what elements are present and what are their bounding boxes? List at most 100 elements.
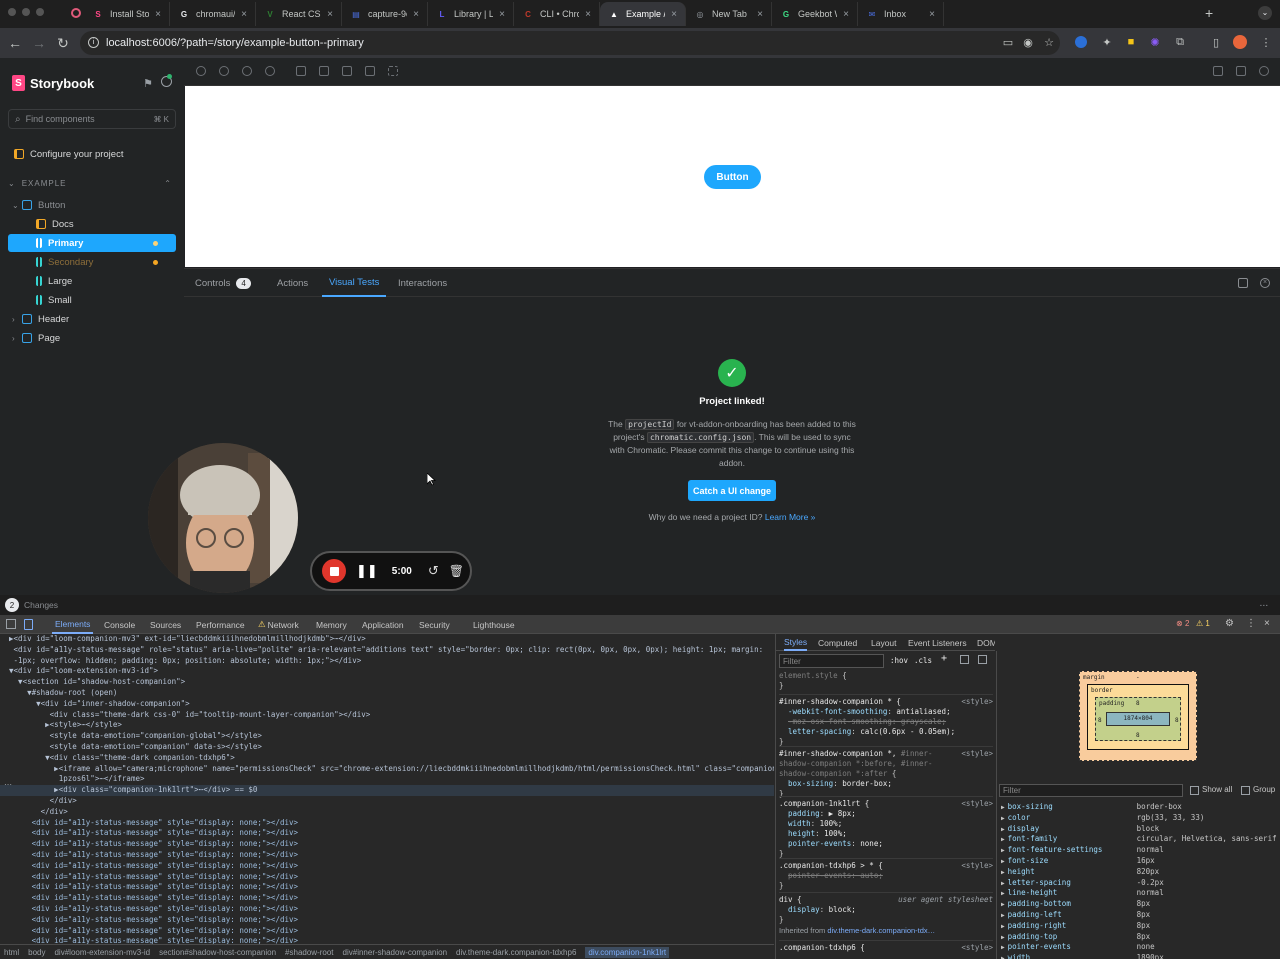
rule-inner-shadow[interactable]: #inner-shadow-companion * {<style> -webk… <box>779 694 993 747</box>
sidebar-item-docs[interactable]: Docs <box>8 215 176 233</box>
outline-icon[interactable] <box>388 66 398 76</box>
dom-node-line[interactable]: <div id="a11y-status-message" style="dis… <box>0 828 774 839</box>
styles-tab-layout[interactable]: Layout <box>871 634 897 651</box>
breadcrumb-item[interactable]: div.theme-dark.companion-tdxhp6 <box>456 948 576 957</box>
cls-toggle[interactable]: .cls <box>914 656 932 666</box>
search-input[interactable]: ⌕ Find components ⌘ K <box>8 109 176 129</box>
computed-property[interactable]: ▶ box-sizing border-box <box>1001 802 1182 811</box>
expand-icon[interactable]: ▶ <box>1001 890 1005 897</box>
device-toolbar-icon[interactable] <box>24 619 33 630</box>
styles-tab-styles[interactable]: Styles <box>784 634 808 651</box>
dom-node-line[interactable]: <div id="a11y-status-message" style="dis… <box>0 893 774 904</box>
breadcrumb-item[interactable]: div#inner-shadow-companion <box>343 948 448 957</box>
expand-icon[interactable]: ▶ <box>1001 858 1005 865</box>
box-model-padding[interactable]: padding 8 8 8 8 1874×804 <box>1095 697 1181 741</box>
expand-icon[interactable]: ▶ <box>1001 923 1005 930</box>
camera-icon[interactable]: ▭ <box>1000 34 1016 50</box>
devtools-tab-application[interactable]: Application <box>362 615 404 634</box>
open-new-tab-icon[interactable] <box>1236 66 1246 76</box>
menu-icon[interactable]: ⋮ <box>1258 34 1274 50</box>
browser-tab[interactable]: G Geekbot Wo × <box>772 2 858 26</box>
computed-property[interactable]: ▶ width 1890px <box>1001 953 1164 959</box>
tab-visual-tests[interactable]: Visual Tests <box>322 269 387 297</box>
dom-node-line[interactable]: ▶<div id="loom-companion-mv3" ext-id="li… <box>0 634 774 645</box>
forward-icon[interactable]: → <box>27 35 51 51</box>
breadcrumb-item[interactable]: body <box>28 948 45 957</box>
dom-node-line[interactable]: <div id="a11y-status-message" style="dis… <box>0 926 774 937</box>
devtools-tab-console[interactable]: Console <box>104 615 135 634</box>
computed-sidebar-icon[interactable] <box>978 655 987 664</box>
devtools-settings-icon[interactable]: ⚙ <box>1225 618 1234 629</box>
group-checkbox[interactable] <box>1241 786 1250 795</box>
browser-tab[interactable]: ▲ Example / B × <box>600 2 686 26</box>
computed-property[interactable]: ▶ height 820px <box>1001 867 1159 876</box>
computed-filter-input[interactable]: Filter <box>999 784 1183 797</box>
window-control-icon[interactable] <box>8 8 16 16</box>
styles-tab-dom-breakpoints[interactable]: DOM Breakpoints <box>977 634 995 651</box>
collapse-icon[interactable]: ⌃ <box>164 179 172 188</box>
tab-search-icon[interactable]: ⌄ <box>1258 6 1272 20</box>
dom-node-line[interactable]: </div> <box>0 807 774 818</box>
profile-avatar[interactable] <box>1233 35 1247 49</box>
elements-tree[interactable]: ▶<div id="loom-companion-mv3" ext-id="li… <box>0 634 774 948</box>
sidebar-item-large[interactable]: Large <box>8 272 176 290</box>
dom-node-line[interactable]: <style data-emotion="companion-global"><… <box>0 731 774 742</box>
dom-node-line[interactable]: ▶<iframe allow="camera;microphone" name=… <box>0 764 774 775</box>
expand-icon[interactable]: ▶ <box>1001 804 1005 811</box>
expand-icon[interactable]: ▶ <box>1001 826 1005 833</box>
dom-node-line[interactable]: ▼<div id="loom-extension-mv3-id"> <box>0 666 774 677</box>
devtools-tab-performance[interactable]: Performance <box>196 615 245 634</box>
reload-icon[interactable]: ↻ <box>51 35 75 52</box>
breadcrumb-item[interactable]: section#shadow-host-companion <box>159 948 276 957</box>
extension-icon[interactable]: ✦ <box>1099 34 1115 50</box>
add-rule-icon[interactable]: + <box>941 654 947 664</box>
dom-node-line[interactable]: <div id="a11y-status-message" style="dis… <box>0 882 774 893</box>
window-control-icon[interactable] <box>22 8 30 16</box>
close-tab-icon[interactable]: × <box>585 9 591 20</box>
extension-icon[interactable]: ✺ <box>1147 34 1163 50</box>
dom-node-line[interactable]: <div id="a11y-status-message" style="dis… <box>0 850 774 861</box>
devtools-tab-security[interactable]: Security <box>419 615 450 634</box>
address-bar[interactable]: i localhost:6006/?path=/story/example-bu… <box>80 31 1060 55</box>
storybook-logo[interactable]: S Storybook <box>12 75 94 91</box>
computed-property[interactable]: ▶ padding-bottom 8px <box>1001 899 1150 908</box>
primary-button-preview[interactable]: Button <box>704 165 761 189</box>
sidebar-item-small[interactable]: Small <box>8 291 176 309</box>
inspect-element-icon[interactable] <box>6 619 16 629</box>
webcam-bubble[interactable] <box>148 443 298 593</box>
error-count[interactable]: ⊗ 2 <box>1176 619 1189 628</box>
expand-icon[interactable]: ▶ <box>1001 901 1005 908</box>
dom-node-line[interactable]: ▼#shadow-root (open) <box>0 688 774 699</box>
tab-interactions[interactable]: Interactions <box>398 269 447 297</box>
computed-property[interactable]: ▶ letter-spacing -0.2px <box>1001 878 1164 887</box>
site-info-icon[interactable]: i <box>88 37 99 48</box>
hov-toggle[interactable]: :hov <box>890 656 908 666</box>
dom-node-line[interactable]: <style data-emotion="companion" data-s><… <box>0 742 774 753</box>
rule-tdxhp6[interactable]: .companion-tdxhp6 > * {<style> pointer-e… <box>779 858 993 891</box>
dom-node-line[interactable]: <div id="a11y-status-message" style="dis… <box>0 861 774 872</box>
close-tab-icon[interactable]: × <box>499 9 505 20</box>
sidebar-item-primary[interactable]: Primary <box>8 234 176 252</box>
computed-property[interactable]: ▶ padding-left 8px <box>1001 910 1150 919</box>
sidebar-item-header[interactable]: › Header <box>8 310 176 328</box>
expand-icon[interactable]: ▶ <box>1001 847 1005 854</box>
show-all-checkbox[interactable] <box>1190 786 1199 795</box>
devtools-tab-lighthouse[interactable]: Lighthouse <box>473 615 515 634</box>
box-model-margin[interactable]: margin - border padding 8 8 8 8 1874×804 <box>1079 671 1197 761</box>
computed-property[interactable]: ▶ color rgb(33, 33, 33) <box>1001 813 1204 822</box>
expand-icon[interactable]: ▶ <box>1001 944 1005 951</box>
close-tab-icon[interactable]: × <box>671 9 677 20</box>
restart-icon[interactable]: ↺ <box>428 563 439 579</box>
rule-user-agent[interactable]: div {user agent stylesheet display: bloc… <box>779 892 993 925</box>
dom-node-line[interactable]: <div id="a11y-status-message" style="dis… <box>0 915 774 926</box>
devtools-tab-network[interactable]: ⚠ Network <box>258 615 299 634</box>
grid-icon[interactable] <box>319 66 329 76</box>
dom-node-line[interactable]: <div id="a11y-status-message" role="stat… <box>0 645 774 656</box>
trash-icon[interactable]: 🗑 <box>449 564 464 578</box>
color-format-icon[interactable] <box>960 655 969 664</box>
dom-node-line[interactable]: <div id="a11y-status-message" style="dis… <box>0 904 774 915</box>
extension-icon[interactable] <box>1075 36 1087 48</box>
expand-icon[interactable]: ▶ <box>1001 934 1005 941</box>
measure-icon[interactable] <box>365 66 375 76</box>
styles-tab-computed[interactable]: Computed <box>818 634 857 651</box>
